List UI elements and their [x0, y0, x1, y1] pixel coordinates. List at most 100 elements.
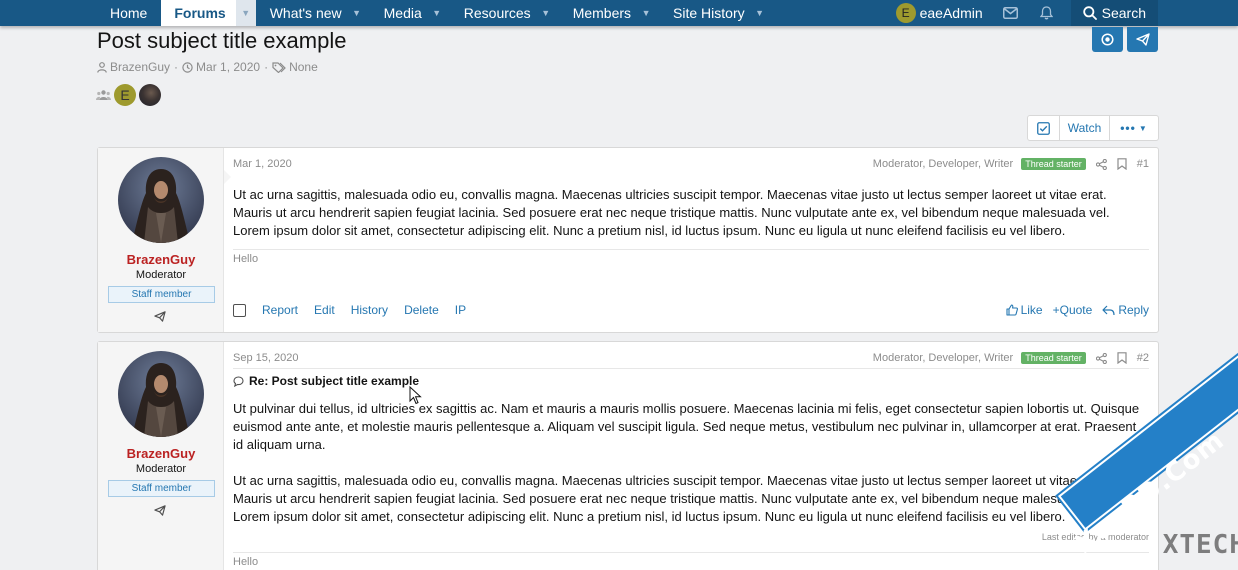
nav-tab-site-history[interactable]: Site History ▼	[659, 0, 773, 26]
user-avatar-image	[118, 157, 204, 243]
post-header-right: Moderator, Developer, Writer Thread star…	[873, 158, 1149, 170]
thread-participants: E	[96, 84, 161, 106]
share-icon[interactable]	[1095, 352, 1107, 364]
last-edited-note: Last edited by a moderator	[1041, 532, 1149, 542]
post-reactions: Like +Quote Reply	[1006, 303, 1149, 317]
like-button[interactable]: Like	[1006, 303, 1043, 317]
edit-link[interactable]: Edit	[314, 303, 335, 317]
post-header-right: Moderator, Developer, Writer Thread star…	[873, 352, 1149, 364]
post-body-paragraph: Ut ac urna sagittis, malesuada odio eu, …	[233, 473, 1110, 524]
avatar: E	[895, 3, 916, 23]
nav-tab-label: Site History	[673, 5, 745, 21]
nav-tab-label: Resources	[463, 5, 531, 21]
caret-down-icon: ▼	[1138, 123, 1148, 133]
nav-tab-forums[interactable]: Forums ▼	[161, 0, 256, 26]
quote-button[interactable]: +Quote	[1053, 303, 1093, 317]
reply-title-text: Re: Post subject title example	[249, 374, 420, 388]
nav-tab-home[interactable]: Home	[96, 0, 161, 26]
account-menu[interactable]: E eaeAdmin	[886, 0, 993, 26]
thread-starter-badge: Thread starter	[1021, 158, 1086, 170]
account-username: eaeAdmin	[919, 5, 983, 21]
select-post-checkbox[interactable]	[233, 303, 246, 317]
clock-icon	[182, 61, 193, 73]
chevron-down-icon[interactable]: ▼	[537, 0, 555, 26]
chevron-down-icon[interactable]: ▼	[235, 0, 256, 26]
thread-toolbar: Watch ••• ▼	[1027, 115, 1159, 141]
message-user-button[interactable]	[154, 503, 166, 521]
bookmark-icon[interactable]	[1117, 352, 1127, 364]
paper-plane-icon	[1135, 33, 1150, 46]
post-header: Sep 15, 2020 Moderator, Developer, Write…	[233, 352, 1149, 366]
post-body-paragraph: Ut pulvinar dui tellus, id ultricies ex …	[233, 401, 1140, 452]
post: BrazenGuy Moderator Staff member Sep 15,…	[97, 341, 1159, 570]
alerts-button[interactable]	[1029, 0, 1065, 26]
post-user-cell: BrazenGuy Moderator Staff member	[98, 148, 224, 332]
paper-plane-icon	[154, 311, 166, 322]
user-avatar-image	[118, 351, 204, 437]
envelope-icon	[1003, 7, 1019, 19]
username-link[interactable]: BrazenGuy	[98, 252, 224, 267]
chevron-down-icon[interactable]: ▼	[637, 0, 655, 26]
watch-button[interactable]: Watch	[1060, 116, 1110, 140]
avatar[interactable]	[118, 157, 204, 243]
header-divider	[233, 368, 1149, 369]
chevron-down-icon[interactable]: ▼	[751, 0, 769, 26]
post-header: Mar 1, 2020 Moderator, Developer, Writer…	[233, 158, 1149, 172]
search-icon	[1082, 6, 1097, 20]
message-user-button[interactable]	[154, 309, 166, 327]
avatar[interactable]	[118, 351, 204, 437]
tags-icon	[272, 61, 286, 73]
delete-link[interactable]: Delete	[404, 303, 439, 317]
report-link[interactable]: Report	[262, 303, 298, 317]
rss-button[interactable]	[1092, 27, 1123, 52]
watermark-tech: XTECH	[1162, 530, 1238, 560]
staff-badge: Staff member	[108, 286, 215, 303]
nav-tab-label: Forums	[174, 5, 226, 21]
thumbs-up-icon	[1006, 304, 1018, 316]
search-button[interactable]: Search	[1070, 0, 1158, 26]
reply-button[interactable]: Reply	[1102, 303, 1149, 317]
paper-plane-icon	[154, 505, 166, 516]
signature-divider	[233, 249, 1149, 250]
ip-link[interactable]: IP	[455, 303, 466, 317]
header-buttons	[1092, 27, 1158, 52]
post-signature: Hello	[233, 253, 259, 265]
post-actions: Report Edit History Delete IP	[233, 303, 482, 317]
post-date[interactable]: Mar 1, 2020	[233, 158, 292, 170]
participant-avatar[interactable]	[139, 84, 161, 106]
post-number[interactable]: #2	[1137, 352, 1149, 364]
select-posts-button[interactable]	[1028, 116, 1060, 140]
post-content: Mar 1, 2020 Moderator, Developer, Writer…	[233, 148, 1149, 332]
target-icon	[1101, 33, 1114, 46]
nav-tab-media[interactable]: Media ▼	[370, 0, 450, 26]
nav-tab-whats-new[interactable]: What's new ▼	[256, 0, 370, 26]
post-body: Ut ac urna sagittis, malesuada odio eu, …	[233, 187, 1110, 238]
inbox-button[interactable]	[993, 0, 1029, 26]
username-link[interactable]: BrazenGuy	[98, 446, 224, 461]
chevron-down-icon[interactable]: ▼	[348, 0, 366, 26]
thread-starter-badge: Thread starter	[1021, 352, 1086, 364]
separator: ·	[264, 60, 269, 74]
post-date[interactable]: Sep 15, 2020	[233, 352, 298, 364]
bookmark-icon[interactable]	[1117, 158, 1127, 170]
nav-account: E eaeAdmin Search	[886, 0, 1158, 26]
more-options-button[interactable]: ••• ▼	[1110, 116, 1158, 140]
share-telegram-button[interactable]	[1127, 27, 1158, 52]
nav-tab-label: Media	[383, 5, 422, 21]
users-icon	[96, 90, 111, 100]
signature-divider	[233, 552, 1149, 553]
share-icon[interactable]	[1095, 158, 1107, 170]
participant-avatar[interactable]: E	[114, 84, 136, 106]
top-navbar: Home Forums ▼ What's new ▼ Media ▼ Resou…	[0, 0, 1238, 26]
post-number[interactable]: #1	[1137, 158, 1149, 170]
nav-tab-resources[interactable]: Resources ▼	[450, 0, 559, 26]
search-label: Search	[1101, 5, 1146, 21]
nav-tab-members[interactable]: Members ▼	[559, 0, 659, 26]
chevron-down-icon[interactable]: ▼	[428, 0, 446, 26]
history-link[interactable]: History	[351, 303, 388, 317]
nav-tabs: Home Forums ▼ What's new ▼ Media ▼ Resou…	[96, 0, 773, 26]
thread-author[interactable]: BrazenGuy	[110, 60, 170, 74]
thread-date[interactable]: Mar 1, 2020	[196, 60, 260, 74]
post-footer: Report Edit History Delete IP Like +Quot…	[233, 303, 1149, 319]
post-arrow	[224, 170, 231, 184]
